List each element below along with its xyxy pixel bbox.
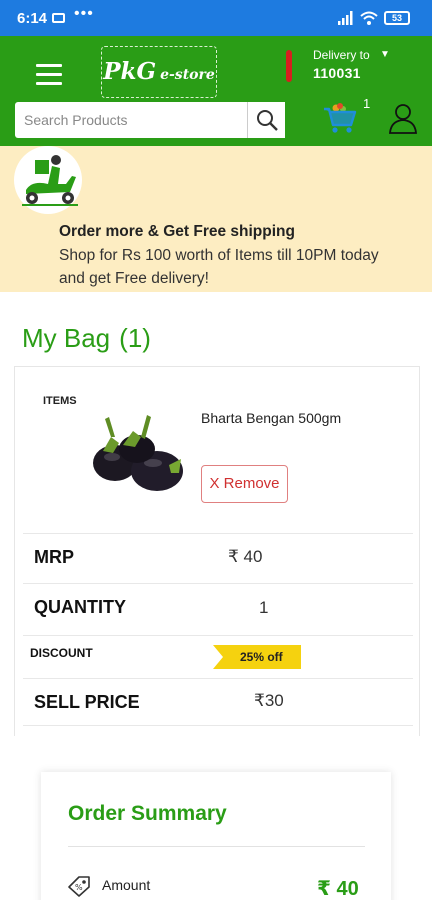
signal-icon [338, 11, 353, 25]
amount-label: Amount [102, 877, 151, 893]
discount-label: DISCOUNT [30, 646, 93, 660]
quantity-row: QUANTITY 1 [23, 583, 413, 635]
chevron-down-icon[interactable]: ▼ [380, 49, 390, 60]
sell-price-row: SELL PRICE ₹30 [23, 678, 413, 726]
search-input[interactable] [15, 102, 247, 138]
page-title: My Bag (1) [22, 323, 151, 354]
search-icon [256, 110, 278, 131]
search-button[interactable] [247, 102, 285, 138]
more-notifications-icon: ••• [74, 5, 94, 22]
status-time: 6:14 [17, 10, 48, 27]
sell-price-label: SELL PRICE [34, 692, 140, 712]
cart-icon[interactable] [322, 100, 358, 136]
user-account-icon[interactable] [388, 102, 418, 134]
status-bar: 6:14 ••• 53 [0, 0, 432, 36]
menu-icon[interactable] [36, 64, 62, 85]
order-summary-title: Order Summary [68, 802, 227, 825]
items-label: ITEMS [43, 395, 77, 407]
promo-title: Order more & Get Free shipping [59, 223, 295, 240]
delivery-pincode[interactable]: 110031 [313, 65, 361, 81]
promo-description-line2: and get Free delivery! [59, 270, 209, 287]
app-header: PkGe-store Delivery to ▼ 110031 1 [0, 36, 432, 146]
svg-text:%: % [75, 883, 83, 892]
promo-description-line1: Shop for Rs 100 worth of Items till 10PM… [59, 247, 379, 264]
discount-badge: 25% off [213, 645, 301, 669]
bag-title-text: My Bag [22, 323, 111, 353]
product-name[interactable]: Bharta Bengan 500gm [201, 410, 341, 426]
mrp-label: MRP [34, 547, 74, 567]
bag-item-count: (1) [119, 323, 151, 353]
divider [68, 846, 365, 847]
wifi-icon [360, 11, 378, 25]
cart-count-badge: 1 [363, 96, 371, 111]
delivery-label[interactable]: Delivery to [313, 48, 370, 62]
amount-value: ₹ 40 [317, 878, 359, 900]
search-bar [15, 102, 285, 138]
quantity-value: 1 [259, 598, 269, 617]
price-tag-icon: % [68, 876, 90, 897]
delivery-scooter-icon [14, 146, 82, 214]
store-logo[interactable]: PkG e-store [101, 46, 217, 98]
free-shipping-banner: Order more & Get Free shipping Shop for … [0, 146, 432, 292]
battery-icon: 53 [384, 11, 410, 25]
discount-row: DISCOUNT 25% off [23, 635, 413, 678]
sell-price-value: ₹30 [254, 691, 284, 710]
mrp-value: ₹ 40 [228, 547, 263, 566]
remove-item-button[interactable]: X Remove [201, 465, 288, 503]
quantity-label: QUANTITY [34, 597, 126, 617]
product-image[interactable] [85, 393, 185, 505]
bag-item-card: ITEMS Bharta Bengan 500gm X Remove MRP ₹… [14, 366, 420, 736]
logo-sub-text: e-store [160, 67, 215, 83]
order-summary-card: Order Summary % Amount ₹ 40 [41, 772, 391, 900]
message-icon [52, 13, 65, 23]
location-pin-icon [286, 50, 292, 82]
logo-main-text: PkG [103, 58, 157, 85]
mrp-row: MRP ₹ 40 [23, 533, 413, 583]
